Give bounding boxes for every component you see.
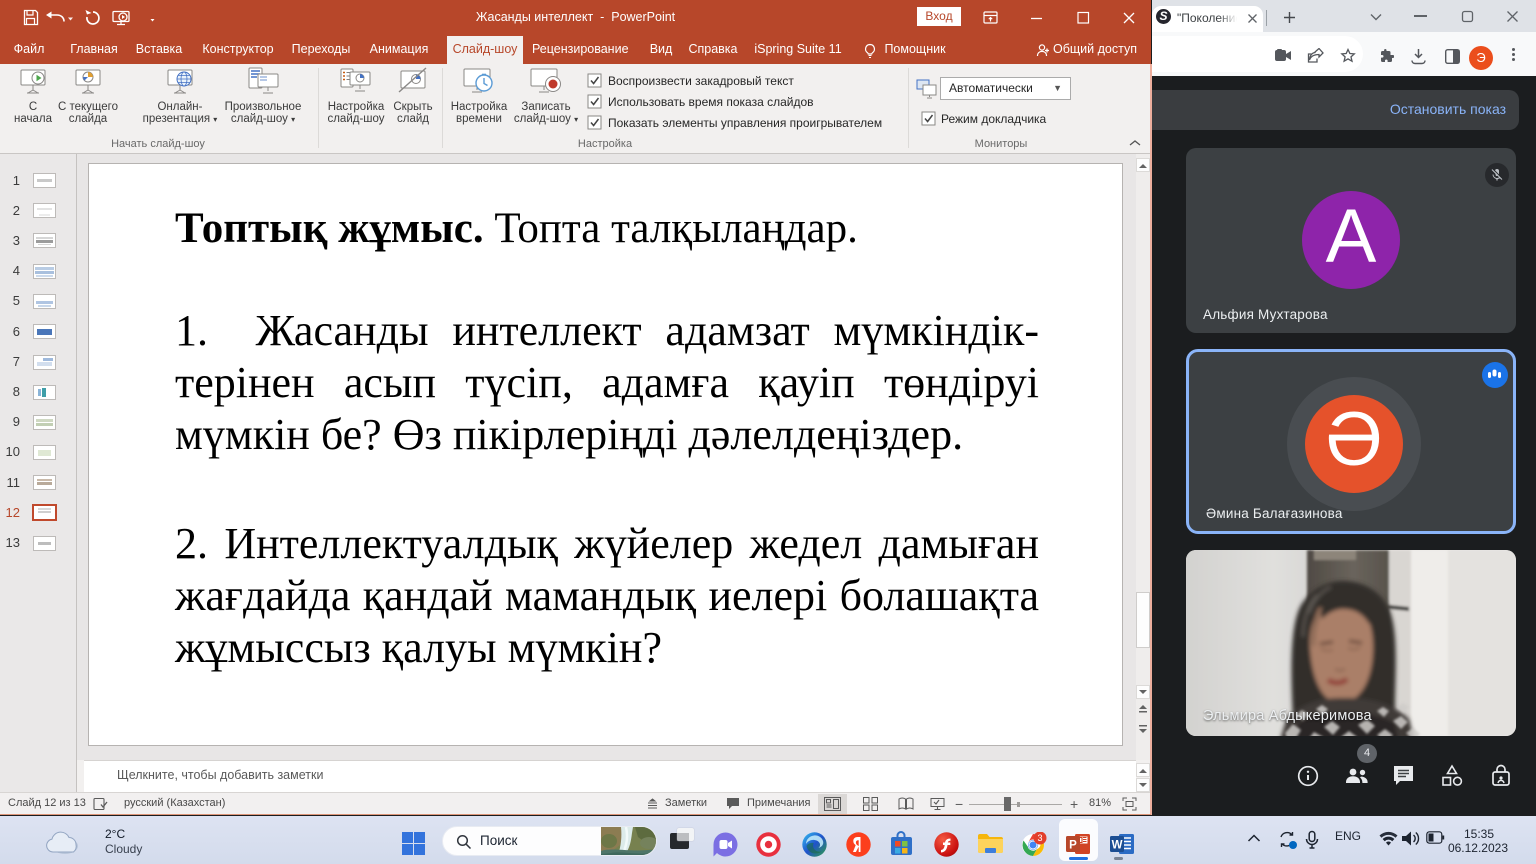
svg-text:3: 3 bbox=[1037, 833, 1042, 843]
svg-text:P: P bbox=[1069, 840, 1077, 852]
svg-text:W: W bbox=[1112, 840, 1123, 852]
